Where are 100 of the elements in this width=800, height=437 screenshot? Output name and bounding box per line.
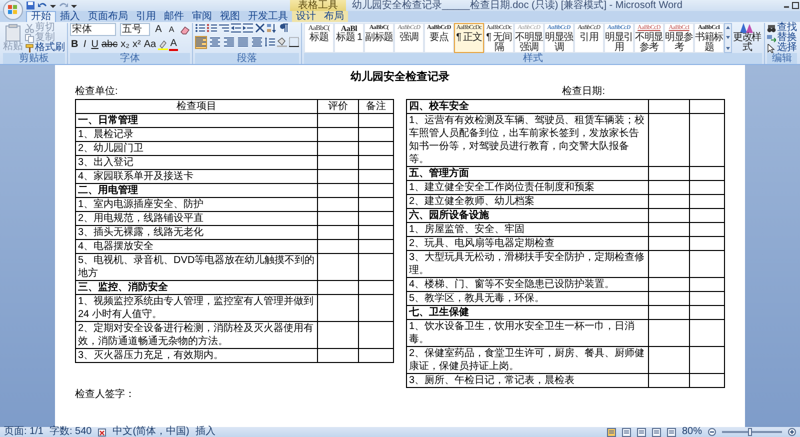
sort-icon[interactable]: [267, 23, 277, 33]
grow-font-button[interactable]: A: [154, 24, 163, 36]
eraser-icon[interactable]: [180, 24, 190, 34]
contextual-tab-label: 表格工具: [290, 0, 346, 11]
table-cell: 1、晨检记录: [76, 128, 318, 142]
justify-button[interactable]: [195, 36, 207, 49]
zoom-out-icon[interactable]: [708, 428, 716, 436]
table-cell: 2、用电规范，线路铺设平直: [76, 212, 318, 226]
ribbon-tab[interactable]: 开发工具: [244, 11, 292, 22]
font-size-dropdown[interactable]: 五号: [120, 23, 150, 36]
clipboard-icon: [5, 24, 21, 42]
right-align-button[interactable]: [223, 36, 235, 49]
table-cell: 1、运营有有效检测及车辆、驾驶员、租赁车辆装；校车照管人员配备到位，出车前家长签到，发放家长告知书一份等，对驾驶员进行教育，向交警大队报备等。: [406, 114, 648, 166]
increase-indent-icon[interactable]: [243, 23, 253, 33]
ribbon-tab[interactable]: 插入: [56, 11, 84, 22]
insert-mode-indicator[interactable]: 插入: [195, 427, 216, 437]
bold-button[interactable]: B: [70, 39, 80, 51]
table-cell: 1、室内电源插座安全、防护: [76, 198, 318, 212]
justify-icon: [196, 37, 206, 47]
zoom-in-icon[interactable]: [788, 428, 796, 436]
table-cell: 1、建立健全安全工作岗位责任制度和预案: [406, 180, 648, 194]
ribbon-tab[interactable]: 设计: [292, 11, 320, 22]
format-button[interactable]: x²: [131, 39, 142, 51]
table-cell: 3、插头无裸露，线路无老化: [76, 226, 318, 240]
table-cell: 1、房屋监管、安全、牢固: [406, 222, 648, 236]
borders-icon[interactable]: [289, 37, 299, 48]
ribbon-tab[interactable]: 开始: [26, 11, 56, 22]
print-layout-icon[interactable]: [606, 428, 616, 436]
reading-layout-icon[interactable]: [622, 428, 631, 436]
find-button[interactable]: 查找: [767, 23, 797, 33]
document-title: 幼儿园安全检查记录: [350, 70, 450, 85]
format-button[interactable]: x₂: [120, 39, 130, 51]
word-count[interactable]: 字数: 540: [49, 427, 92, 437]
paragraph-marks-icon[interactable]: [279, 23, 289, 33]
proofing-icon[interactable]: [98, 428, 107, 436]
pointer-icon: [767, 44, 776, 52]
bullet-list-icon[interactable]: [195, 23, 205, 33]
ribbon-tab[interactable]: 页面布局: [84, 11, 132, 22]
ribbon-tab[interactable]: 邮件: [160, 11, 188, 22]
distributed-align-button[interactable]: [251, 36, 263, 49]
distributed-align-icon: [252, 37, 262, 47]
italic-button[interactable]: I: [80, 39, 90, 51]
font-name-dropdown[interactable]: 宋体: [70, 23, 116, 36]
undo-icon[interactable]: [38, 1, 47, 10]
slider-thumb[interactable]: [748, 428, 752, 436]
ribbon-tab[interactable]: 布局: [320, 11, 348, 22]
gallery-scroll-icon[interactable]: [724, 23, 732, 53]
underline-button[interactable]: U: [90, 39, 100, 51]
replace-icon: [767, 34, 776, 42]
replace-button[interactable]: 替换: [767, 33, 797, 43]
section-heading: 三、监控、消防安全: [76, 280, 318, 294]
outline-view-icon[interactable]: [652, 428, 661, 436]
web-layout-icon[interactable]: [636, 428, 646, 436]
table-cell: 3、出入登记: [76, 156, 318, 170]
left-align-icon: [238, 37, 248, 47]
style-gallery-item[interactable]: AaBl 标题 1: [334, 23, 364, 53]
select-button[interactable]: 选择: [767, 43, 797, 53]
paintbrush-icon: [25, 44, 34, 52]
decrease-indent-icon[interactable]: [231, 23, 241, 33]
ribbon-tab[interactable]: 引用: [132, 11, 160, 22]
shading-icon[interactable]: [277, 37, 287, 48]
numbered-list-icon[interactable]: [207, 23, 217, 33]
column-header: 检查项目: [76, 100, 318, 114]
column-header: 评价: [317, 100, 359, 114]
scissors-icon: [25, 24, 34, 32]
section-heading: 六、园所设备设施: [406, 208, 648, 222]
asian-layout-icon[interactable]: [255, 23, 265, 33]
shrink-font-button[interactable]: A: [167, 24, 176, 36]
right-align-icon: [224, 37, 234, 47]
table-cell: 3、大型玩具无松动，滑梯扶手安全防护，定期检查修理。: [406, 250, 648, 278]
font-color-button[interactable]: A: [169, 39, 178, 51]
page-count[interactable]: 页面: 1/1: [4, 427, 44, 437]
center-align-button[interactable]: [209, 36, 221, 49]
section-heading: 七、卫生保健: [406, 306, 648, 320]
strikethrough-button[interactable]: abc: [100, 39, 119, 51]
table-cell: 4、楼梯、门、窗等不安全隐患已设防护装置。: [406, 278, 648, 292]
save-icon[interactable]: [26, 1, 35, 10]
table-cell: 3、厕所、午检日记，常记表，晨检表: [406, 374, 648, 388]
format-button[interactable]: Aa: [142, 39, 158, 51]
table-cell: 2、建立健全教师、幼儿档案: [406, 194, 648, 208]
zoom-level[interactable]: 80%: [682, 427, 702, 437]
copy-icon: [25, 34, 34, 42]
ribbon-tab[interactable]: 视图: [216, 11, 244, 22]
maximize-icon[interactable]: [791, 1, 800, 10]
language-indicator[interactable]: 中文(简体，中国): [112, 427, 190, 437]
table-cell: 4、家园联系单开及接送卡: [76, 170, 318, 184]
table-cell: 2、定期对安全设备进行检测，消防栓及灭火器使用有效，消防通道畅通无杂物的方法。: [76, 322, 318, 348]
column-header: 备注: [358, 100, 394, 114]
highlighter-icon[interactable]: [158, 40, 168, 50]
change-styles-icon: [740, 23, 754, 33]
draft-view-icon[interactable]: [666, 428, 676, 436]
line-spacing-icon[interactable]: [265, 37, 275, 48]
table-cell: 2、幼儿园门卫: [76, 142, 318, 156]
ribbon-tab[interactable]: 审阅: [188, 11, 216, 22]
table-cell: 3、灭火器压力充足，有效期内。: [76, 348, 318, 362]
table-cell: 5、电视机、录音机、DVD等电器放在幼儿触摸不到的地方: [76, 254, 318, 280]
change-styles-button[interactable]: 更改样式: [732, 23, 762, 53]
left-align-button[interactable]: [237, 36, 249, 49]
format-painter-button[interactable]: 格式刷: [25, 43, 65, 53]
multilevel-list-icon[interactable]: [219, 23, 229, 33]
